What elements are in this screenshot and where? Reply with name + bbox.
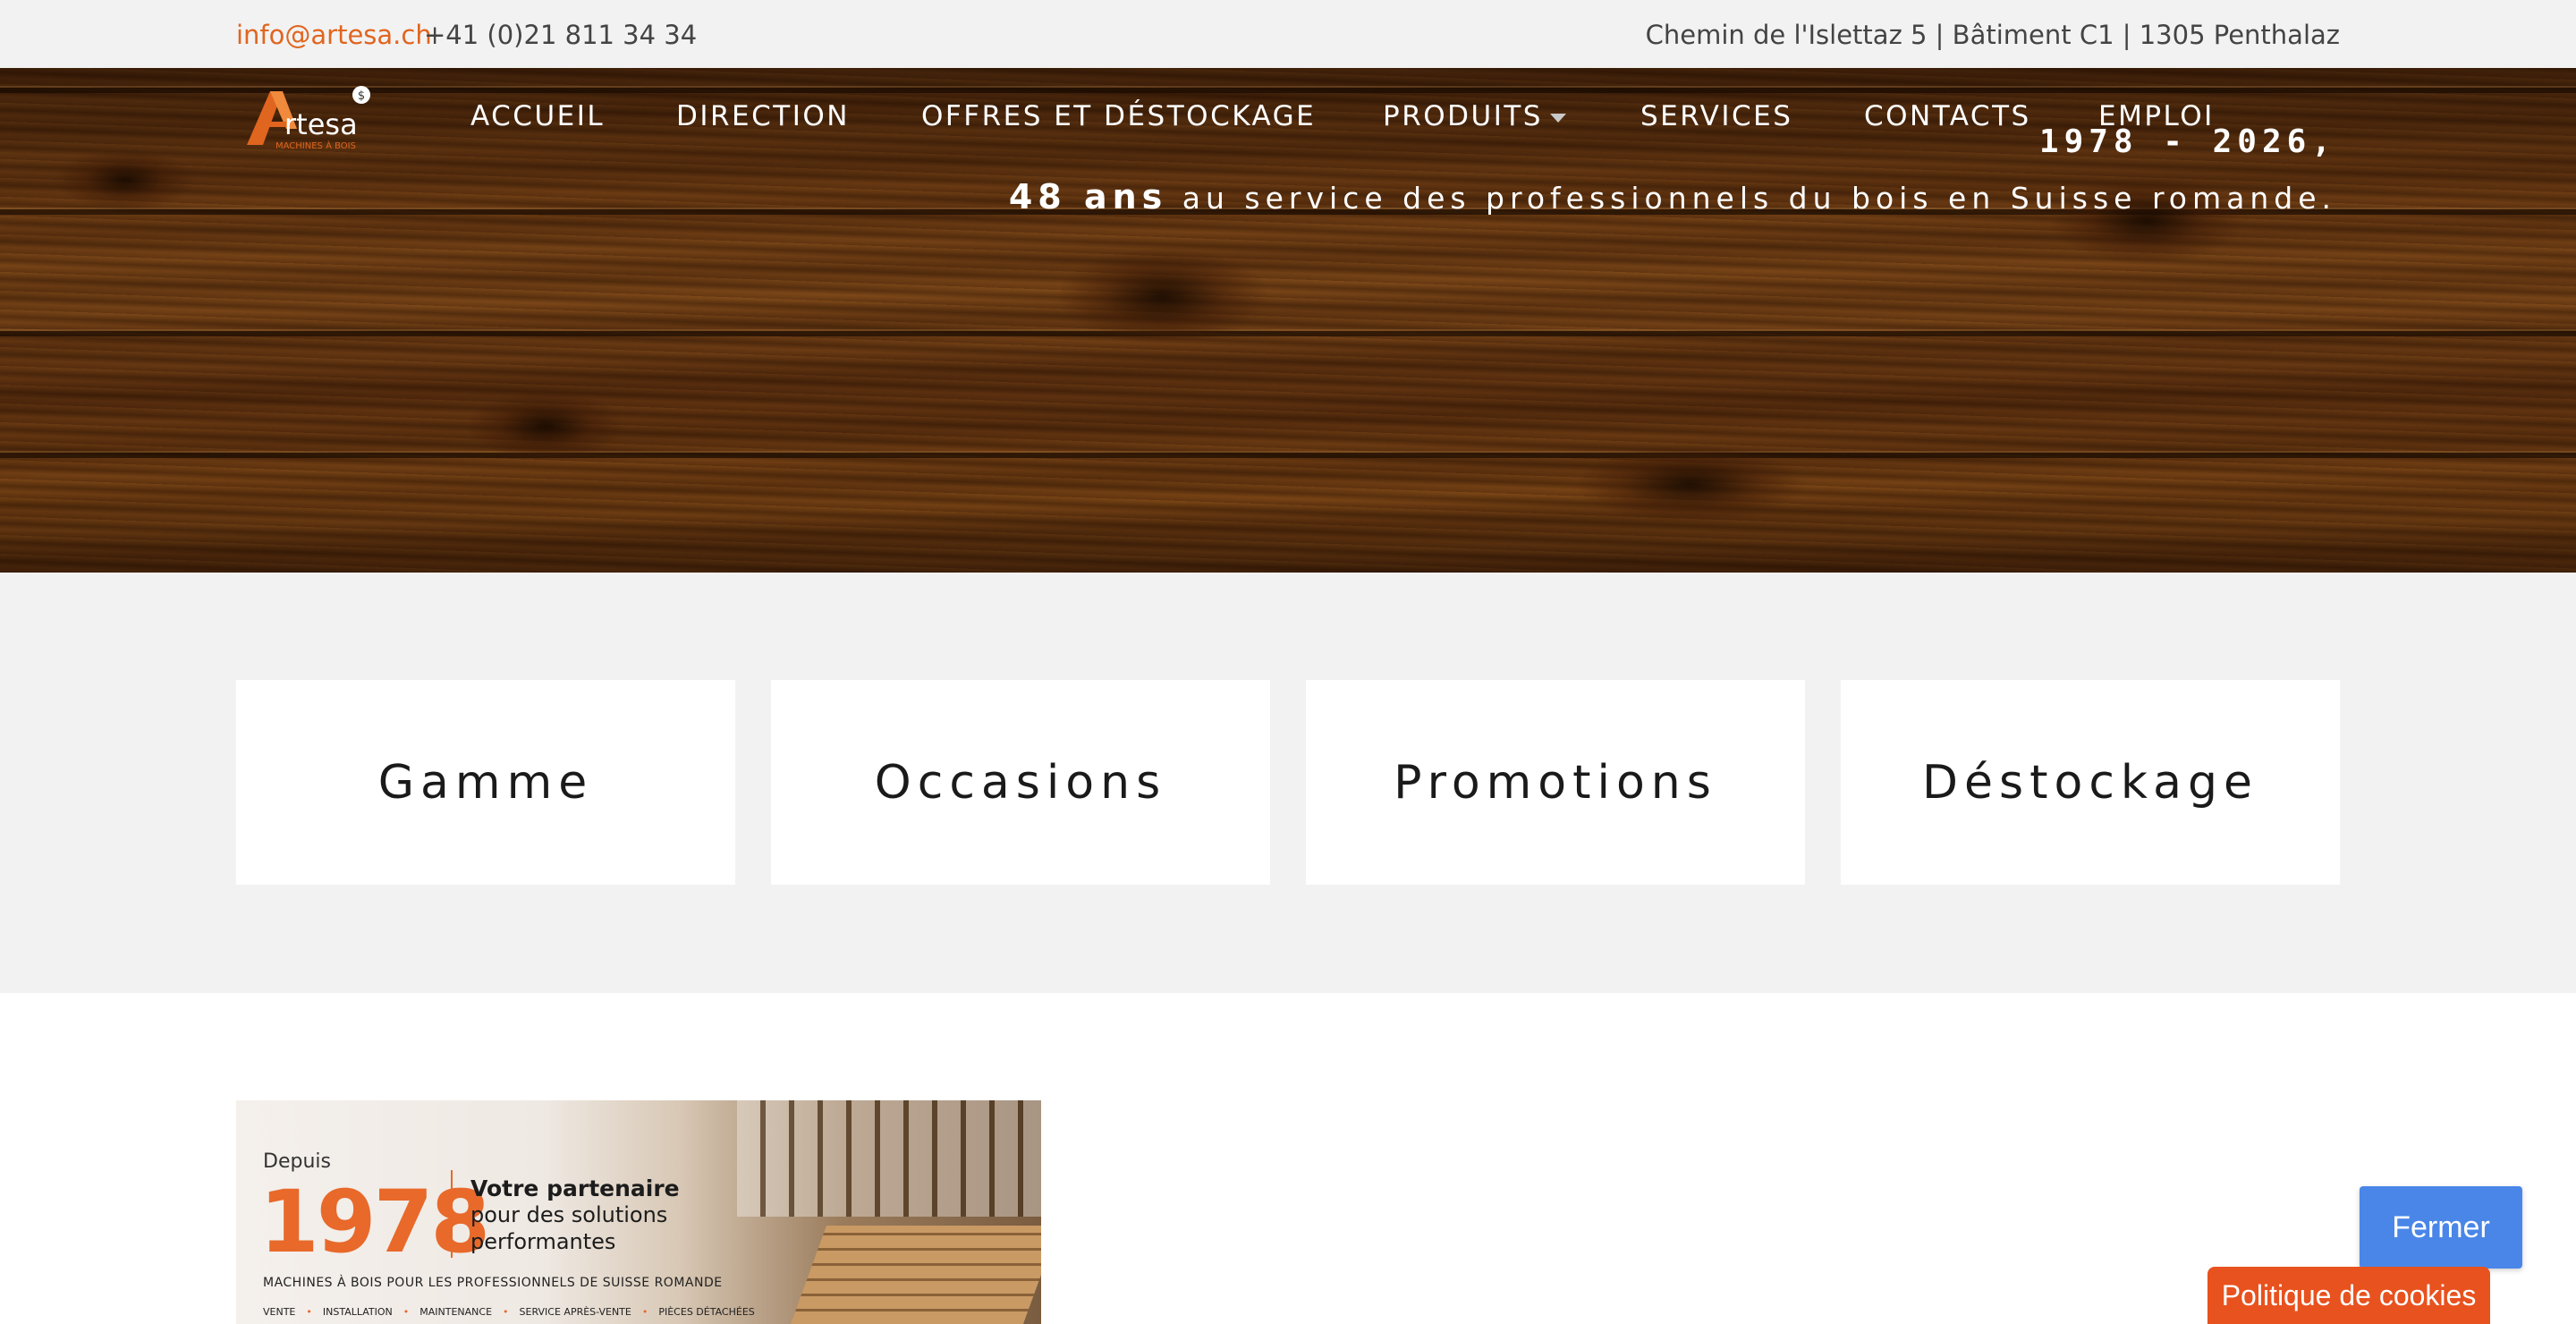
svg-text:MACHINES À BOIS: MACHINES À BOIS (275, 140, 356, 151)
service-item: SERVICE APRÈS-VENTE (519, 1306, 631, 1318)
category-card-gamme[interactable]: Gamme (236, 680, 735, 885)
category-card-occasions[interactable]: Occasions (771, 680, 1270, 885)
category-label: Gamme (377, 755, 594, 810)
hero-tagline: 48 ans au service des professionnels du … (1009, 177, 2336, 216)
address-text: Chemin de l'Islettaz 5 | Bâtiment C1 | 1… (1645, 20, 2340, 50)
caret-down-icon (1549, 113, 1566, 123)
workshop-windows (737, 1100, 1041, 1217)
cookie-policy-link[interactable]: Politique de cookies (2207, 1267, 2490, 1324)
phone-number[interactable]: +41 (0)21 811 34 34 (424, 20, 697, 50)
hero-highlight: 48 ans (1008, 177, 1168, 216)
nav-contacts[interactable]: CONTACTS (1864, 100, 2031, 132)
nav-label: DIRECTION (676, 100, 850, 132)
nav-label: ACCUEIL (470, 100, 606, 132)
hero-tagline-text: au service des professionnels du bois en… (1182, 181, 2336, 216)
nav-label: PRODUITS (1383, 100, 1543, 132)
service-item: VENTE (263, 1306, 296, 1318)
service-item: MAINTENANCE (419, 1306, 493, 1318)
banner-year: 1978 (259, 1172, 490, 1272)
category-label: Occasions (874, 755, 1167, 810)
promo-banner[interactable]: Depuis 1978 Votre partenaire pour des so… (236, 1100, 1041, 1324)
hero-years: 1978 - 2026, (2038, 123, 2336, 160)
banner-line2: pour des solutions (470, 1202, 668, 1227)
nav-label: OFFRES ET DÉSTOCKAGE (921, 100, 1317, 132)
category-label: Déstockage (1922, 755, 2258, 810)
cookie-close-button[interactable]: Fermer (2360, 1186, 2522, 1269)
nav-label: SERVICES (1640, 100, 1793, 132)
service-item: INSTALLATION (322, 1306, 393, 1318)
banner-divider (451, 1170, 453, 1258)
nav-services[interactable]: SERVICES (1640, 100, 1792, 132)
service-item: PIÈCES DÉTACHÉES (658, 1306, 755, 1318)
top-contact-bar: info@artesa.ch +41 (0)21 811 34 34 Chemi… (0, 0, 2576, 68)
nav-produits[interactable]: PRODUITS (1383, 100, 1566, 132)
banner-services: VENTE • INSTALLATION • MAINTENANCE • SERVICE A… (263, 1306, 755, 1318)
nav-label: CONTACTS (1864, 100, 2031, 132)
banner-depuis: Depuis (263, 1150, 331, 1173)
nav-direction[interactable]: DIRECTION (676, 100, 850, 132)
category-label: Promotions (1394, 755, 1717, 810)
wood-boards-stack (790, 1226, 1041, 1324)
category-section: Gamme Occasions Promotions Déstockage (0, 573, 2576, 993)
banner-line3: performantes (470, 1229, 616, 1254)
nav-offres-destockage[interactable]: OFFRES ET DÉSTOCKAGE (921, 100, 1316, 132)
category-card-destockage[interactable]: Déstockage (1841, 680, 2340, 885)
banner-subtitle: MACHINES À BOIS POUR LES PROFESSIONNELS … (263, 1276, 723, 1290)
email-link[interactable]: info@artesa.ch (236, 20, 432, 50)
banner-headline: Votre partenaire (470, 1175, 680, 1201)
category-card-promotions[interactable]: Promotions (1306, 680, 1805, 885)
nav-accueil[interactable]: ACCUEIL (470, 100, 605, 132)
